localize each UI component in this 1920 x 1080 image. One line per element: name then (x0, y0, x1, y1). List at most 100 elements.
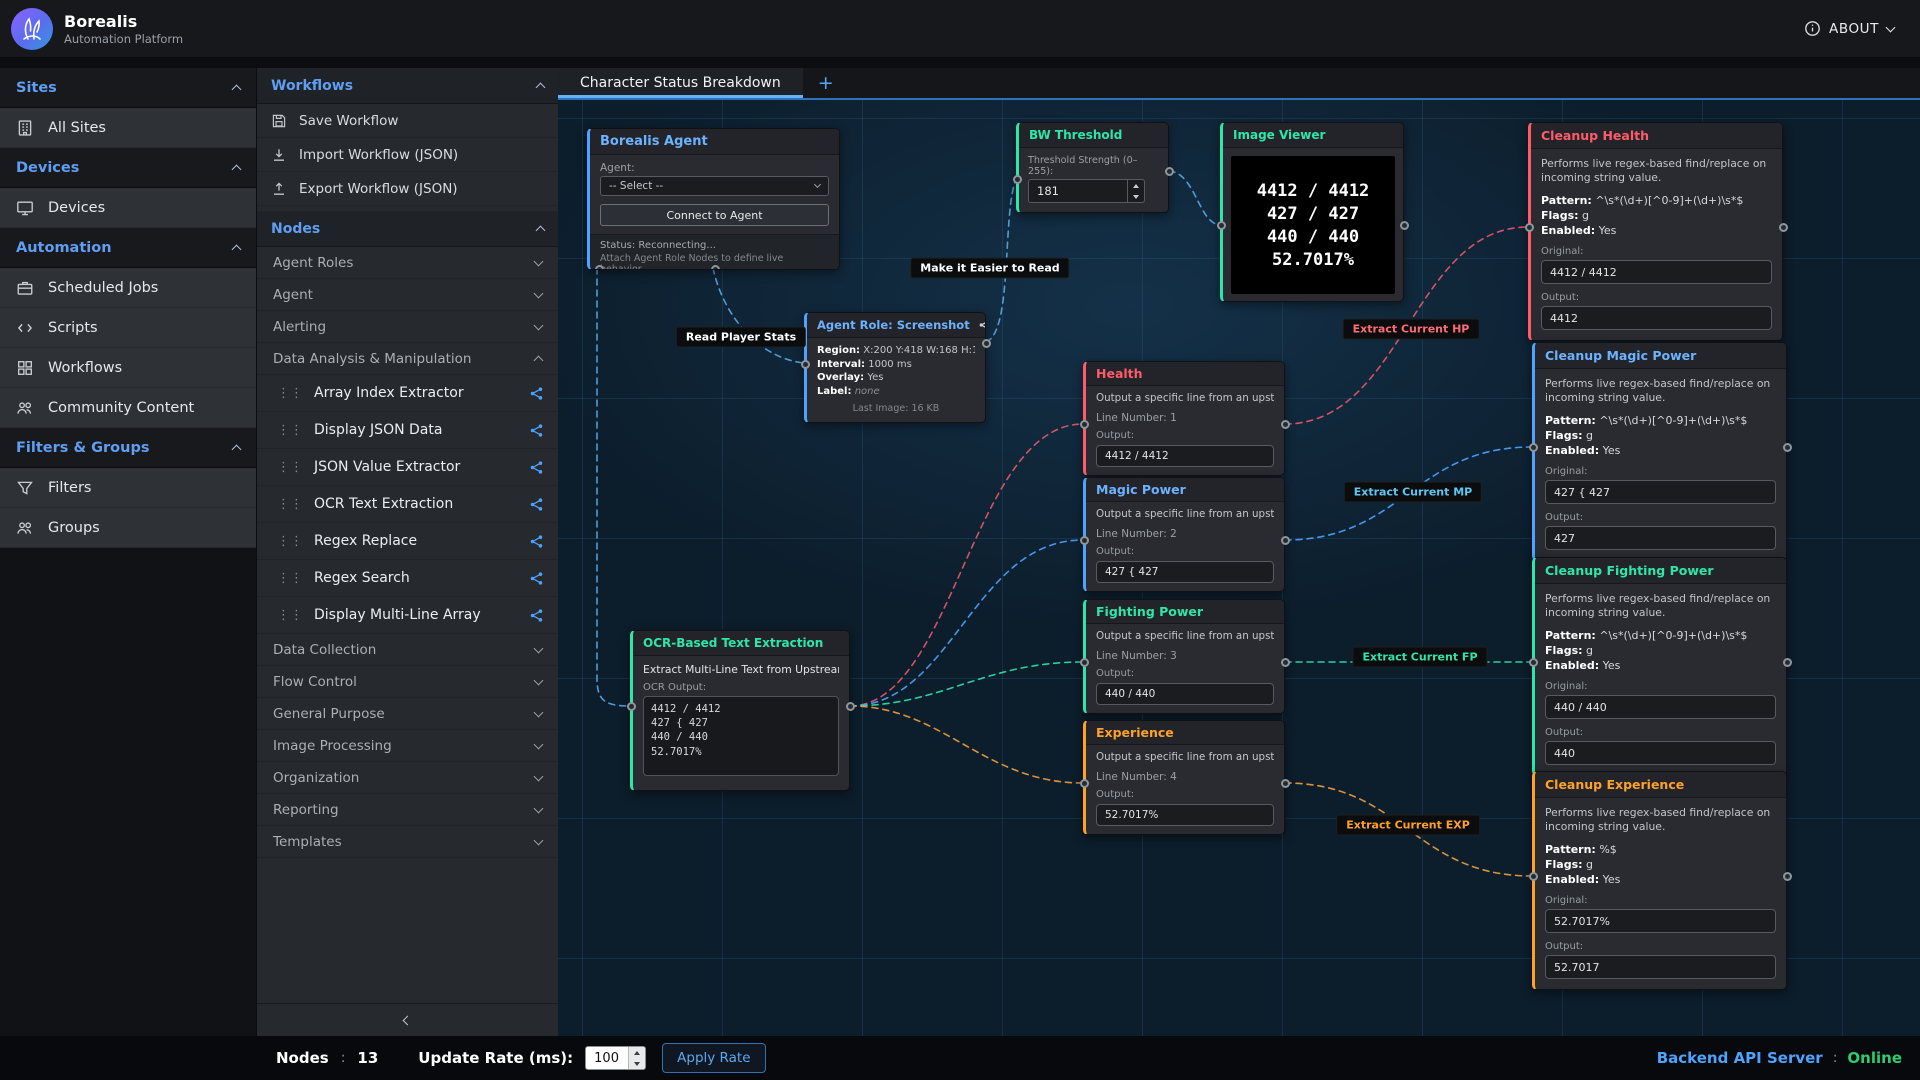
output-port[interactable] (1281, 779, 1290, 788)
save-workflow-button[interactable]: Save Workflow (257, 104, 558, 138)
category-alerting[interactable]: Alerting (257, 311, 558, 343)
category-flow-control[interactable]: Flow Control (257, 666, 558, 698)
original-input[interactable] (1545, 480, 1776, 504)
category-agent-roles[interactable]: Agent Roles (257, 247, 558, 279)
category-general-purpose[interactable]: General Purpose (257, 698, 558, 730)
input-port[interactable] (1080, 420, 1089, 429)
output-port[interactable] (1165, 167, 1174, 176)
input-port[interactable] (1080, 536, 1089, 545)
node-magic-power[interactable]: Magic Power Output a specific line from … (1083, 477, 1285, 592)
node-image-viewer[interactable]: Image Viewer 4412 / 4412 427 / 427 440 /… (1220, 122, 1404, 302)
edge-label-make-it-easier-to-read[interactable]: Make it Easier to Read (910, 258, 1069, 279)
output-input[interactable] (1096, 445, 1274, 467)
sidebar-item-community-content[interactable]: Community Content (0, 388, 256, 428)
node-item-display-multi-line-array[interactable]: ⋮⋮ Display Multi-Line Array (257, 597, 558, 634)
apply-rate-button[interactable]: Apply Rate (662, 1043, 765, 1073)
agent-select[interactable]: -- Select -- (600, 176, 829, 196)
node-item-array-index-extractor[interactable]: ⋮⋮ Array Index Extractor (257, 375, 558, 412)
node-item-ocr-text-extraction[interactable]: ⋮⋮ OCR Text Extraction (257, 486, 558, 523)
node-item-regex-replace[interactable]: ⋮⋮ Regex Replace (257, 523, 558, 560)
category-data-analysis[interactable]: Data Analysis & Manipulation (257, 343, 558, 375)
output-port[interactable] (1783, 443, 1792, 452)
edge-label-read-player-stats[interactable]: Read Player Stats (676, 327, 806, 348)
edge-agent-to-ocr[interactable] (597, 268, 630, 706)
edge-label-extract-current-exp[interactable]: Extract Current EXP (1336, 815, 1480, 836)
output-input[interactable] (1545, 955, 1776, 979)
drag-handle-icon[interactable]: ⋮⋮ (277, 572, 303, 585)
sidebar-item-devices[interactable]: Devices (0, 188, 256, 228)
share-icon[interactable] (529, 608, 544, 623)
share-icon[interactable] (529, 497, 544, 512)
node-item-regex-search[interactable]: ⋮⋮ Regex Search (257, 560, 558, 597)
node-bw-threshold[interactable]: BW Threshold Threshold Strength (0–255): (1016, 122, 1169, 213)
output-port[interactable] (1400, 221, 1409, 230)
share-icon[interactable] (529, 534, 544, 549)
output-input[interactable] (1096, 804, 1274, 826)
edge-bw-threshold-to-image-viewer[interactable] (1169, 171, 1220, 225)
tab-character-status-breakdown[interactable]: Character Status Breakdown (558, 68, 803, 98)
output-port[interactable] (1783, 872, 1792, 881)
spin-up-icon[interactable] (1128, 180, 1144, 191)
edge-label-extract-current-hp[interactable]: Extract Current HP (1343, 319, 1480, 340)
connect-to-agent-button[interactable]: Connect to Agent (600, 204, 829, 226)
input-port[interactable] (1080, 658, 1089, 667)
sidebar-item-filters[interactable]: Filters (0, 468, 256, 508)
edge-ocr-to-magic-power[interactable] (850, 540, 1083, 706)
edge-label-extract-current-mp[interactable]: Extract Current MP (1344, 482, 1482, 503)
output-input[interactable] (1545, 741, 1776, 765)
share-icon[interactable] (529, 460, 544, 475)
input-port[interactable] (1525, 223, 1534, 232)
edge-label-extract-current-fp[interactable]: Extract Current FP (1352, 647, 1487, 668)
node-cleanup-health[interactable]: Cleanup Health Performs live regex-based… (1528, 122, 1783, 341)
drag-handle-icon[interactable]: ⋮⋮ (277, 609, 303, 622)
category-templates[interactable]: Templates (257, 826, 558, 858)
drag-handle-icon[interactable]: ⋮⋮ (277, 535, 303, 548)
edge-agent-to-agent-role[interactable] (713, 268, 804, 363)
category-agent[interactable]: Agent (257, 279, 558, 311)
import-workflow-button[interactable]: Import Workflow (JSON) (257, 138, 558, 172)
output-port[interactable] (1281, 658, 1290, 667)
output-input[interactable] (1545, 526, 1776, 550)
output-input[interactable] (1096, 683, 1274, 705)
node-cleanup-experience[interactable]: Cleanup Experience Performs live regex-b… (1532, 771, 1787, 990)
flow-canvas[interactable]: Read Player Stats Make it Easier to Read… (558, 100, 1920, 1036)
nodes-section-header[interactable]: Nodes (257, 211, 558, 247)
node-agent-role-screenshot[interactable]: Agent Role: Screenshot Region: X:200 Y:4… (804, 312, 986, 423)
node-ocr-text-extraction[interactable]: OCR-Based Text Extraction Extract Multi-… (630, 630, 850, 791)
sidebar-section-sites[interactable]: Sites (0, 68, 256, 108)
input-port[interactable] (1217, 221, 1226, 230)
node-fighting-power[interactable]: Fighting Power Output a specific line fr… (1083, 599, 1285, 714)
share-icon[interactable] (529, 423, 544, 438)
original-input[interactable] (1545, 909, 1776, 933)
threshold-input[interactable] (1029, 180, 1127, 202)
ocr-output-textarea[interactable]: 4412 / 4412 427 { 427 440 / 440 52.7017% (643, 696, 839, 776)
share-icon[interactable] (529, 571, 544, 586)
output-port[interactable] (711, 265, 720, 270)
drag-handle-icon[interactable]: ⋮⋮ (277, 387, 303, 400)
sidebar-section-filters-groups[interactable]: Filters & Groups (0, 428, 256, 468)
sidebar-item-all-sites[interactable]: All Sites (0, 108, 256, 148)
node-item-display-json-data[interactable]: ⋮⋮ Display JSON Data (257, 412, 558, 449)
about-menu[interactable]: ABOUT (1804, 20, 1894, 37)
sidebar-item-scripts[interactable]: Scripts (0, 308, 256, 348)
sidebar-item-scheduled-jobs[interactable]: Scheduled Jobs (0, 268, 256, 308)
sidebar-item-workflows[interactable]: Workflows (0, 348, 256, 388)
output-input[interactable] (1541, 306, 1772, 330)
add-tab-button[interactable]: + (803, 68, 849, 98)
output-port[interactable] (1783, 658, 1792, 667)
sidebar-item-groups[interactable]: Groups (0, 508, 256, 548)
node-health[interactable]: Health Output a specific line from an up… (1083, 361, 1285, 476)
output-port[interactable] (1281, 536, 1290, 545)
original-input[interactable] (1541, 260, 1772, 284)
drag-handle-icon[interactable]: ⋮⋮ (277, 498, 303, 511)
category-image-processing[interactable]: Image Processing (257, 730, 558, 762)
node-borealis-agent[interactable]: Borealis Agent Agent: -- Select -- Conne… (587, 128, 840, 270)
sidebar-section-devices[interactable]: Devices (0, 148, 256, 188)
output-port[interactable] (846, 702, 855, 711)
category-reporting[interactable]: Reporting (257, 794, 558, 826)
output-input[interactable] (1096, 561, 1274, 583)
drag-handle-icon[interactable]: ⋮⋮ (277, 424, 303, 437)
input-port[interactable] (1080, 779, 1089, 788)
output-port[interactable] (1779, 223, 1788, 232)
node-cleanup-magic-power[interactable]: Cleanup Magic Power Performs live regex-… (1532, 342, 1787, 561)
